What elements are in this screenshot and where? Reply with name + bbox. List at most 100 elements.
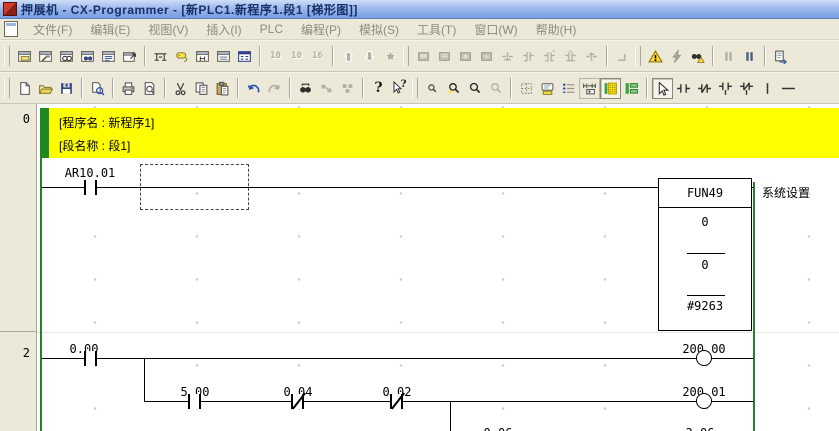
symbol-bar-button[interactable] xyxy=(621,78,642,99)
help-button[interactable]: ? xyxy=(368,78,389,99)
replace-all-button xyxy=(337,78,358,99)
ladder-view-button[interactable] xyxy=(150,46,171,67)
compile-button[interactable] xyxy=(645,46,666,67)
application-window: 押展机 - CX-Programmer - [新PLC1.新程序1.段1 [梯形… xyxy=(0,0,839,431)
io-comment-view-button[interactable] xyxy=(192,46,213,67)
replace-button xyxy=(316,78,337,99)
pulse-down-button xyxy=(560,46,581,67)
mode-monitor-button xyxy=(455,46,476,67)
immediate-refresh-button xyxy=(581,46,602,67)
transfer-program-button[interactable] xyxy=(770,46,791,67)
properties-button[interactable] xyxy=(119,46,140,67)
contact-5-00[interactable] xyxy=(188,394,201,409)
watch-window-button[interactable] xyxy=(56,46,77,67)
redo-button xyxy=(264,78,285,99)
program-name-label: [程序名 : 新程序1] xyxy=(59,114,154,131)
ladder-diagram-view[interactable]: 0 2 [程序名 : 新程序1] [段名称 : 段1] AR10.01 FUN4… xyxy=(0,104,839,431)
paste-button[interactable] xyxy=(212,78,233,99)
toolbar-grip[interactable] xyxy=(4,78,10,98)
new-vertical-button[interactable] xyxy=(757,78,778,99)
local-symbols-button[interactable] xyxy=(98,46,119,67)
function-block-divider xyxy=(687,295,725,296)
monitor-window-button[interactable] xyxy=(213,46,234,67)
cut-button[interactable] xyxy=(170,78,191,99)
menu-program[interactable]: 编程(P) xyxy=(292,19,350,40)
contact-0-04-closed[interactable] xyxy=(291,394,304,409)
new-or-contact-button[interactable] xyxy=(715,78,736,99)
menu-insert[interactable]: 插入(I) xyxy=(197,19,250,40)
save-button[interactable] xyxy=(56,78,77,99)
toolbar-separator xyxy=(259,46,261,66)
contact-ar10-01[interactable] xyxy=(84,180,97,195)
rung0-contact-address: AR10.01 xyxy=(50,166,130,180)
new-or-closed-contact-button[interactable] xyxy=(736,78,757,99)
menu-tools[interactable]: 工具(T) xyxy=(408,19,465,40)
toolbar-separator xyxy=(289,78,291,98)
toolbar-grip[interactable] xyxy=(403,46,409,66)
context-help-button[interactable]: ? xyxy=(389,78,410,99)
compare-button xyxy=(380,46,401,67)
menu-simulate[interactable]: 模拟(S) xyxy=(350,19,408,40)
pause-button[interactable] xyxy=(739,46,760,67)
grid-toggle-button[interactable] xyxy=(516,78,537,99)
rung-comment-marker xyxy=(40,108,49,158)
output-window-button[interactable] xyxy=(35,46,56,67)
coil-200-01[interactable] xyxy=(696,393,712,409)
toolbar-separator xyxy=(332,46,334,66)
project-workspace-button[interactable] xyxy=(14,46,35,67)
find-report-button[interactable] xyxy=(87,78,108,99)
zoom-100-button[interactable] xyxy=(422,78,443,99)
rung-comment-banner[interactable]: [程序名 : 新程序1] [段名称 : 段1] xyxy=(49,108,839,158)
find-button[interactable] xyxy=(295,78,316,99)
print-preview-button[interactable] xyxy=(139,78,160,99)
menu-edit[interactable]: 编辑(E) xyxy=(81,19,139,40)
menu-help[interactable]: 帮助(H) xyxy=(527,19,586,40)
toolbar-grip[interactable] xyxy=(4,46,10,66)
rung0-wire xyxy=(40,187,658,188)
undo-button[interactable] xyxy=(243,78,264,99)
mode-debug-button xyxy=(434,46,455,67)
contact-0-00[interactable] xyxy=(84,351,97,366)
comment-list-button[interactable] xyxy=(558,78,579,99)
toolbar-grip[interactable] xyxy=(635,46,641,66)
toolbar-views: 10 10 16 xyxy=(0,40,839,72)
new-closed-contact-button[interactable] xyxy=(694,78,715,99)
zoom-out-button[interactable] xyxy=(464,78,485,99)
open-button[interactable] xyxy=(35,78,56,99)
upload-button xyxy=(338,46,359,67)
select-tool-button[interactable] xyxy=(652,78,673,99)
coil-200-00[interactable] xyxy=(696,350,712,366)
bottom-right-address: 3.06 xyxy=(668,426,732,431)
rung-highlight-button[interactable] xyxy=(600,78,621,99)
rung-margin-divider xyxy=(0,331,36,332)
new-horizontal-button[interactable] xyxy=(778,78,799,99)
function-block-operand-3[interactable]: #9263 xyxy=(659,299,751,313)
zoom-in-button[interactable] xyxy=(443,78,464,99)
function-block-name: FUN49 xyxy=(659,179,751,208)
menu-plc[interactable]: PLC xyxy=(251,20,292,38)
menu-file[interactable]: 文件(F) xyxy=(24,19,81,40)
menu-window[interactable]: 窗口(W) xyxy=(465,19,526,40)
selection-marquee[interactable] xyxy=(140,164,249,210)
copy-button[interactable] xyxy=(191,78,212,99)
new-contact-button[interactable] xyxy=(673,78,694,99)
menu-view[interactable]: 视图(V) xyxy=(139,19,197,40)
program-check-button[interactable] xyxy=(687,46,708,67)
function-block-operand-2[interactable]: 0 xyxy=(659,258,751,272)
right-bus-bar xyxy=(753,182,755,431)
toolbar-grip[interactable] xyxy=(412,78,418,98)
binary-monitor-button[interactable] xyxy=(234,46,255,67)
mnemonics-view-button[interactable] xyxy=(171,46,192,67)
function-block-fun49[interactable]: FUN49 0 0 #9263 xyxy=(658,178,752,331)
radix-hex-button: 16 xyxy=(307,46,328,67)
toolbar-separator xyxy=(112,78,114,98)
print-button[interactable] xyxy=(118,78,139,99)
contact-0-02-closed[interactable] xyxy=(390,394,403,409)
online-work-button[interactable] xyxy=(666,46,687,67)
new-button[interactable] xyxy=(14,78,35,99)
rung-comment-button[interactable] xyxy=(537,78,558,99)
function-block-operand-1[interactable]: 0 xyxy=(659,215,751,229)
download-button xyxy=(359,46,380,67)
cross-reference-button[interactable] xyxy=(77,46,98,67)
hex-monitor-button[interactable] xyxy=(579,78,600,99)
